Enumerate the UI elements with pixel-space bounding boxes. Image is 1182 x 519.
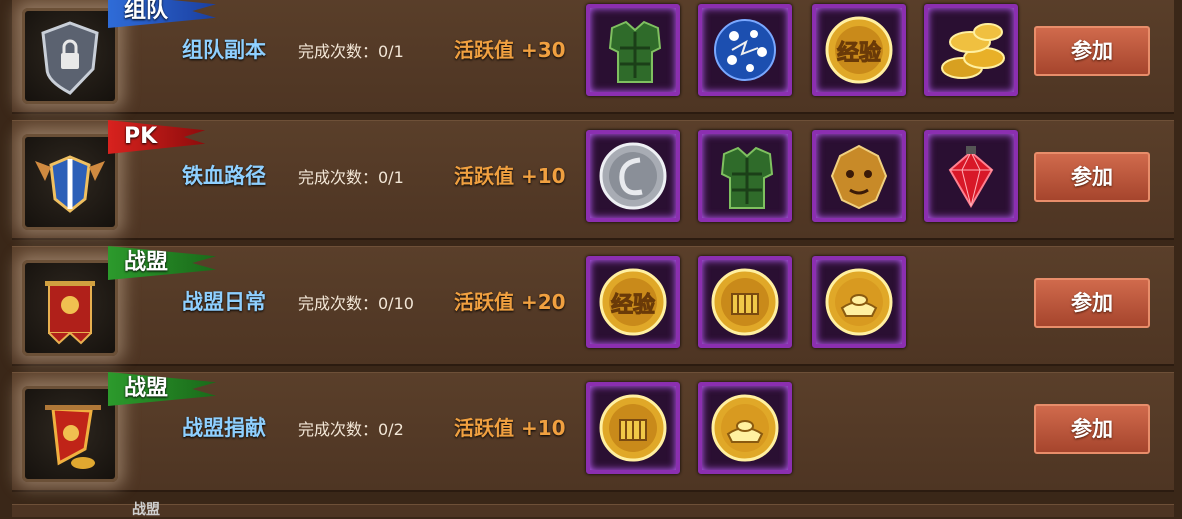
activity-tag: 组队 — [108, 0, 217, 28]
reward-slot[interactable] — [698, 256, 792, 348]
activity-points: 活跃值 +30 — [454, 38, 566, 62]
completion-count: 完成次数：0/10 — [298, 294, 414, 313]
winged-shield-icon — [22, 134, 118, 230]
reward-slot[interactable] — [586, 130, 680, 222]
reward-slot[interactable] — [812, 130, 906, 222]
join-button[interactable]: 参加 — [1034, 404, 1150, 454]
next-row-tag: 战盟 — [132, 502, 160, 518]
completion-count: 完成次数：0/2 — [298, 420, 404, 439]
activity-name: 组队副本 — [182, 38, 266, 62]
activity-row: 战盟战盟捐献 完成次数：0/2 活跃值 +10 参加 — [12, 372, 1174, 492]
activity-list: 组队 组队副本 完成次数：0/1 活跃值 +30 经验 参加 PK 铁血路径 完成次数：0/1 活… — [0, 0, 1182, 516]
activity-tag: 战盟 — [108, 372, 217, 406]
activity-name: 铁血路径 — [182, 164, 266, 188]
reward-slot[interactable] — [586, 4, 680, 96]
activity-row: 组队组队副本 完成次数：0/1 活跃值 +30 经验 参加 — [12, 0, 1174, 114]
activity-row: 战盟战盟日常 完成次数：0/10 活跃值 +20 经验 参加 — [12, 246, 1174, 366]
activity-name: 战盟日常 — [182, 290, 266, 314]
reward-slot[interactable] — [924, 4, 1018, 96]
reward-slot[interactable] — [924, 130, 1018, 222]
svg-text:经验: 经验 — [611, 292, 655, 318]
activity-points: 活跃值 +20 — [454, 290, 566, 314]
reward-slot[interactable] — [698, 4, 792, 96]
activity-tag: 战盟 — [108, 246, 217, 280]
join-button[interactable]: 参加 — [1034, 152, 1150, 202]
red-flag-gold-icon — [22, 386, 118, 482]
reward-slot[interactable] — [698, 382, 792, 474]
reward-slot[interactable]: 经验 — [586, 256, 680, 348]
activity-points: 活跃值 +10 — [454, 164, 566, 188]
join-button[interactable]: 参加 — [1034, 278, 1150, 328]
activity-row: PK 铁血路径 完成次数：0/1 活跃值 +10 参加 — [12, 120, 1174, 240]
red-banner-icon — [22, 260, 118, 356]
completion-count: 完成次数：0/1 — [298, 168, 404, 187]
join-button[interactable]: 参加 — [1034, 26, 1150, 76]
completion-count: 完成次数：0/1 — [298, 42, 404, 61]
activity-tag: PK — [108, 120, 206, 154]
reward-slot[interactable] — [812, 256, 906, 348]
reward-slot[interactable] — [586, 382, 680, 474]
svg-text:经验: 经验 — [837, 40, 881, 66]
activity-name: 战盟捐献 — [182, 416, 266, 440]
activity-points: 活跃值 +10 — [454, 416, 566, 440]
reward-slot[interactable] — [698, 130, 792, 222]
next-row-partial: 战盟 — [12, 502, 1174, 518]
reward-slot[interactable]: 经验 — [812, 4, 906, 96]
shield-lock-icon — [22, 8, 118, 104]
